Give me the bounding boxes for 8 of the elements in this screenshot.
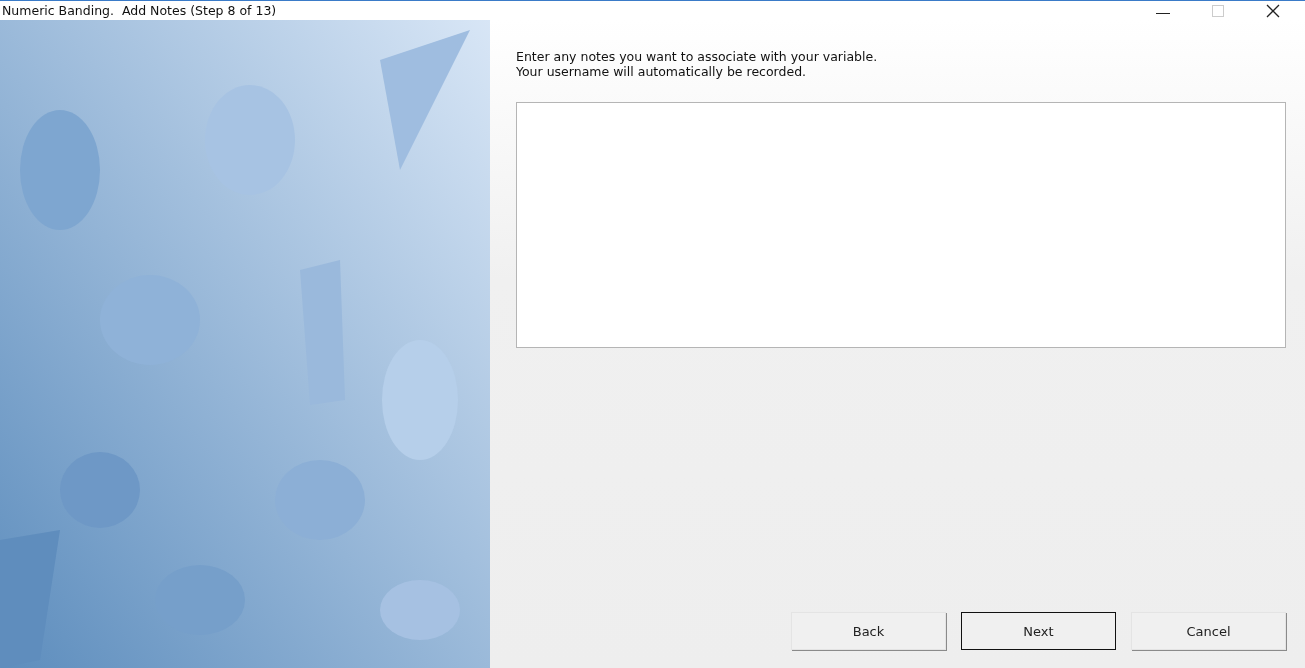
- instruction-text: Enter any notes you want to associate with your variable.: [516, 49, 879, 64]
- close-icon[interactable]: [1266, 3, 1280, 18]
- wizard-button[interactable]: Cancel: [1131, 612, 1286, 650]
- wizard-button[interactable]: Next: [961, 612, 1116, 650]
- instruction-text: Your username will automatically be recorded.: [516, 64, 808, 79]
- wizard-button[interactable]: Back: [791, 612, 946, 650]
- window-title: Numeric Banding. Add Notes (Step 8 of 13): [2, 3, 277, 18]
- notes-field[interactable]: [516, 102, 1286, 348]
